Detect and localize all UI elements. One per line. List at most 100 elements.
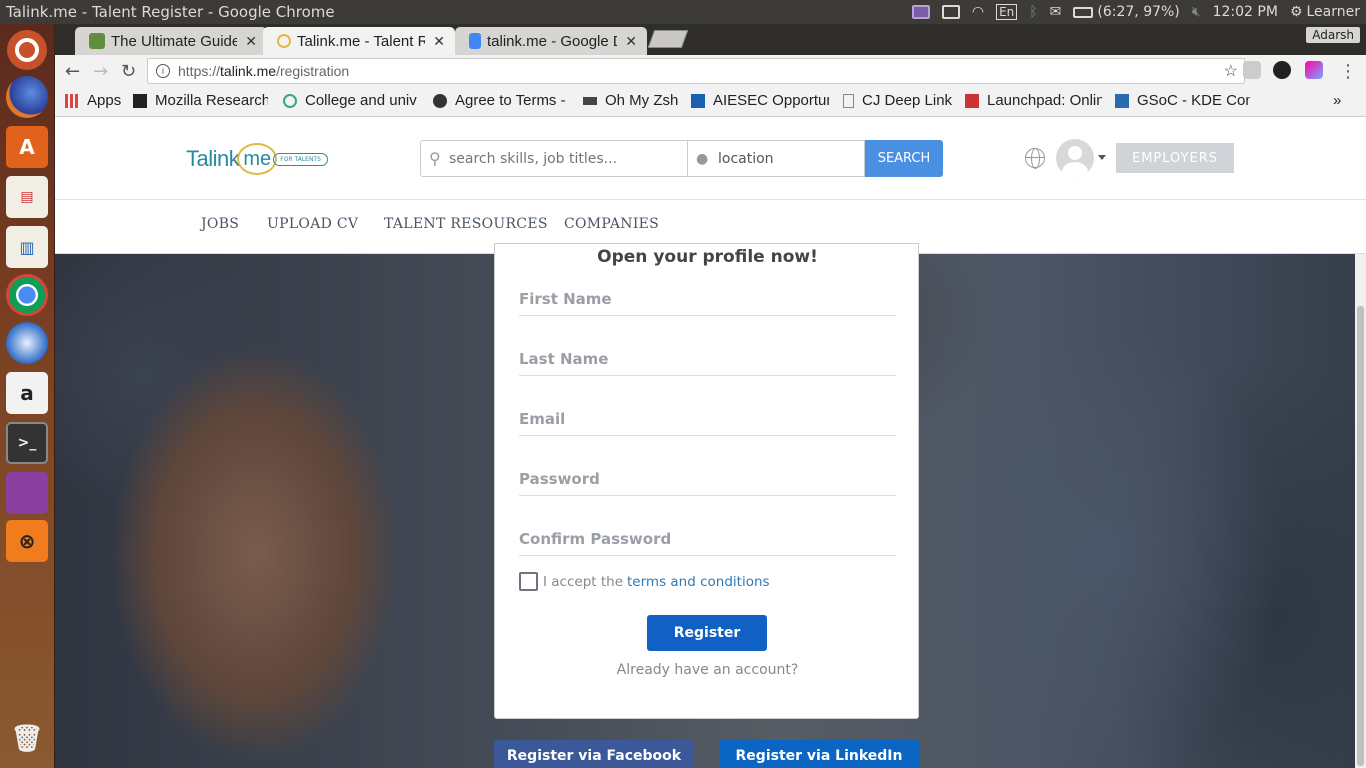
url-path: /registration — [276, 63, 350, 79]
back-arrow-icon[interactable]: ← — [65, 61, 80, 82]
nav-upload-cv[interactable]: UPLOAD CV — [267, 216, 358, 232]
nav-talent-resources[interactable]: TALENT RESOURCES — [384, 216, 548, 232]
close-icon[interactable]: ✕ — [433, 33, 445, 50]
language-globe-icon[interactable] — [1025, 148, 1045, 169]
xampp-icon[interactable]: ⊗ — [6, 520, 48, 562]
gnome-extension-icon[interactable] — [1273, 61, 1291, 79]
forward-arrow-icon[interactable]: → — [93, 61, 108, 82]
nav-jobs[interactable]: JOBS — [201, 216, 239, 232]
list-icon[interactable] — [936, 0, 966, 24]
browser-toolbar: ← → ↻ i https://talink.me/registration ☆… — [55, 55, 1366, 87]
web-page: Talink me FOR TALENTS ⚲ ● SEARCH EMPLOYE… — [55, 117, 1366, 768]
menu-dots-icon[interactable]: ⋮ — [1339, 61, 1357, 82]
url-host: talink.me — [220, 63, 277, 79]
url-scheme: https:// — [178, 63, 221, 79]
first-name-field[interactable]: First Name — [519, 288, 896, 316]
last-name-field[interactable]: Last Name — [519, 348, 896, 376]
site-header: Talink me FOR TALENTS ⚲ ● SEARCH EMPLOYE… — [55, 117, 1366, 200]
bookmark-label: College and univ — [305, 92, 417, 109]
talink-favicon-icon — [277, 34, 291, 48]
bluetooth-icon[interactable]: ᛒ — [1023, 0, 1043, 24]
employers-button[interactable]: EMPLOYERS — [1116, 143, 1234, 173]
scrollbar-thumb[interactable] — [1357, 306, 1364, 766]
keyboard-layout[interactable]: En — [990, 0, 1023, 24]
bookmark-gsoc-kde[interactable]: GSoC - KDE Com — [1115, 92, 1250, 109]
page-scrollbar[interactable] — [1355, 254, 1366, 768]
login-link[interactable]: Already have an account? — [495, 662, 920, 678]
bookmark-cj-deep-link[interactable]: CJ Deep Link — [843, 92, 953, 109]
tab-talink-register[interactable]: Talink.me - Talent R ✕ — [263, 27, 455, 55]
bookmark-apps[interactable]: Apps — [65, 92, 121, 109]
writer-icon[interactable]: ▥ — [6, 226, 48, 268]
chrome-icon[interactable] — [6, 274, 48, 316]
aiesec-icon — [691, 93, 705, 108]
zsh-icon — [583, 96, 597, 105]
email-field[interactable]: Email — [519, 408, 896, 436]
window-title: Talink.me - Talent Register - Google Chr… — [6, 3, 335, 21]
location-box: ● — [688, 140, 865, 177]
close-icon[interactable]: ✕ — [625, 33, 637, 50]
tab-google-doc[interactable]: talink.me - Google D ✕ — [455, 27, 647, 55]
bookmark-label: CJ Deep Link — [862, 92, 953, 109]
amazon-icon[interactable]: a — [6, 372, 48, 414]
battery-icon[interactable]: (6:27, 97%) — [1067, 0, 1185, 24]
impress-icon[interactable]: ▤ — [6, 176, 48, 218]
close-icon[interactable]: ✕ — [245, 33, 257, 50]
bookmarks-more-button[interactable]: » — [1333, 92, 1341, 109]
mail-icon[interactable]: ✉ — [1044, 0, 1068, 24]
bookmark-oh-my-zsh[interactable]: Oh My Zsh — [583, 92, 683, 109]
bookmark-launchpad[interactable]: Launchpad: Onlin — [965, 92, 1102, 109]
reload-icon[interactable]: ↻ — [121, 61, 136, 82]
search-button[interactable]: SEARCH — [865, 140, 943, 177]
terminal-icon[interactable]: >_ — [6, 422, 48, 464]
bookmarks-bar: Apps Mozilla Research College and univ A… — [55, 87, 1366, 117]
tab-strip: The Ultimate Guide t ✕ Talink.me - Talen… — [55, 24, 1366, 55]
location-input[interactable] — [718, 150, 858, 167]
bookmark-aiesec[interactable]: AIESEC Opportun — [691, 92, 829, 109]
software-center-icon[interactable]: A — [6, 126, 48, 168]
avatar[interactable] — [1056, 139, 1094, 177]
user-menu[interactable]: ⚙ Learner — [1284, 0, 1366, 24]
address-bar[interactable]: i https://talink.me/registration ☆ — [147, 58, 1245, 84]
app-icon[interactable] — [6, 472, 48, 514]
register-facebook-button[interactable]: Register via Facebook — [494, 740, 694, 768]
firefox-icon[interactable] — [6, 76, 48, 118]
volume-icon[interactable]: 🔇︎ — [1186, 0, 1207, 24]
apps-grid-icon — [65, 93, 79, 108]
indicator-icon[interactable] — [906, 0, 936, 24]
password-field[interactable]: Password — [519, 468, 896, 496]
bookmark-mozilla-research[interactable]: Mozilla Research — [133, 92, 268, 109]
terms-checkbox[interactable] — [519, 572, 538, 591]
search-input[interactable] — [449, 150, 669, 167]
thunderbird-icon[interactable] — [6, 322, 48, 364]
bookmark-star-icon[interactable]: ☆ — [1224, 61, 1238, 81]
wordpress-icon — [433, 93, 447, 108]
bookmark-agree-terms[interactable]: Agree to Terms - — [433, 92, 570, 109]
bookmark-label: GSoC - KDE Com — [1137, 92, 1250, 109]
profile-button[interactable]: Adarsh — [1306, 27, 1360, 43]
cast-extension-icon[interactable] — [1243, 61, 1261, 79]
register-linkedin-button[interactable]: Register via LinkedIn — [719, 740, 919, 768]
color-extension-icon[interactable] — [1305, 61, 1323, 79]
tab-ultimate-guide[interactable]: The Ultimate Guide t ✕ — [75, 27, 267, 55]
ubuntu-dash-icon[interactable] — [7, 30, 47, 70]
chevron-down-icon[interactable] — [1098, 155, 1106, 160]
terms-link[interactable]: terms and conditions — [627, 574, 770, 590]
wifi-icon[interactable]: ◠ — [966, 0, 990, 24]
user-name: Learner — [1306, 4, 1361, 20]
register-button[interactable]: Register — [647, 615, 767, 651]
trash-icon[interactable]: 🗑︎ — [6, 718, 48, 760]
kde-icon — [1115, 93, 1129, 108]
info-icon[interactable]: i — [156, 64, 170, 78]
form-title: Open your profile now! — [597, 247, 818, 267]
tab-label: Talink.me - Talent R — [297, 32, 426, 50]
bookmark-label: Launchpad: Onlin — [987, 92, 1102, 109]
confirm-password-field[interactable]: Confirm Password — [519, 528, 896, 556]
nav-companies[interactable]: COMPANIES — [564, 216, 659, 232]
page-icon — [843, 93, 854, 108]
launchpad-icon — [965, 93, 979, 108]
clock[interactable]: 12:02 PM — [1207, 0, 1284, 24]
new-tab-button[interactable] — [647, 30, 689, 48]
talink-logo[interactable]: Talink me FOR TALENTS — [186, 141, 328, 177]
bookmark-college[interactable]: College and univ — [283, 92, 421, 109]
